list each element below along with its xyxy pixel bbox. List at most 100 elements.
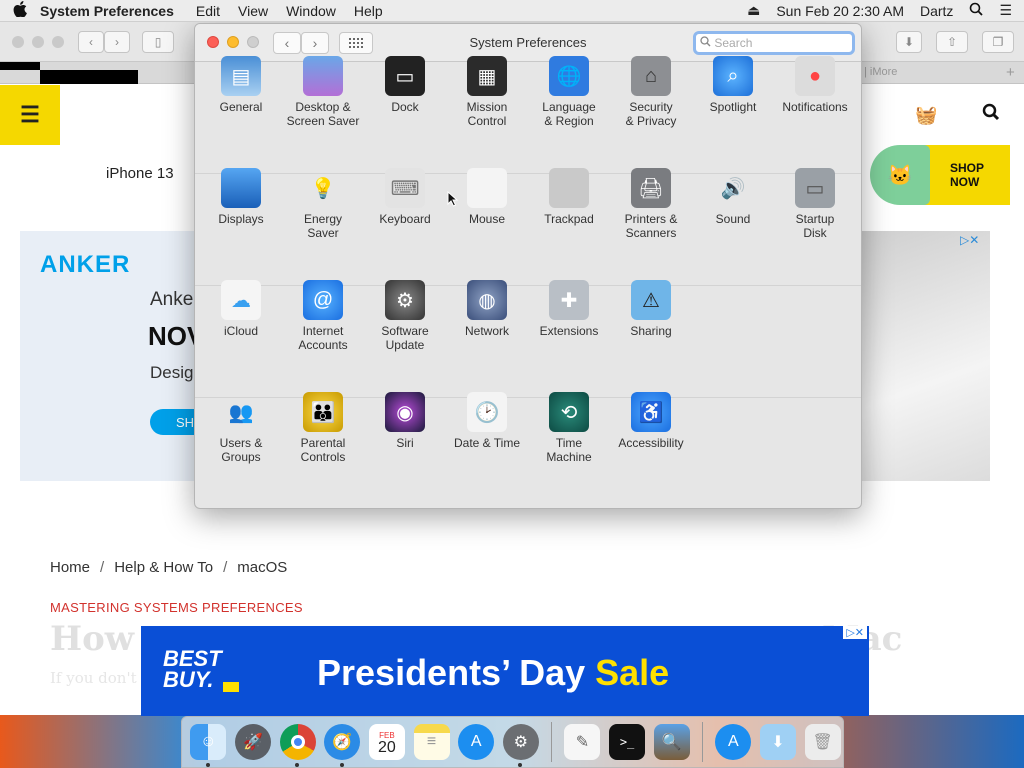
downloads-icon[interactable]: ⬇ [896, 31, 922, 53]
close-button[interactable] [207, 36, 219, 48]
dock-trash[interactable]: 🗑 [802, 722, 843, 763]
dock-app-store-folder[interactable]: A [713, 722, 754, 763]
disk-icon: ▭ [795, 168, 835, 208]
nav-link-iphone[interactable]: iPhone 13 [106, 165, 174, 182]
browser-close-button[interactable] [12, 36, 24, 48]
pref-pane-label: Extensions [539, 324, 599, 338]
pref-pane-network[interactable]: ◍ Network [446, 280, 528, 338]
new-tab-icon[interactable]: + [1006, 64, 1015, 81]
pref-pane-security-privacy[interactable]: ⌂ Security & Privacy [610, 56, 692, 128]
chrome-icon [279, 724, 316, 760]
pref-pane-dock[interactable]: ▭ Dock [364, 56, 446, 114]
dock-safari[interactable]: 🧭 [322, 722, 363, 767]
pref-pane-displays[interactable]: Displays [200, 168, 282, 226]
dock-calendar[interactable]: FEB 20 [367, 722, 408, 763]
zoom-button[interactable] [247, 36, 259, 48]
pref-pane-users-groups[interactable]: 👥 Users & Groups [200, 392, 282, 465]
app-store-icon: A [458, 724, 495, 760]
pref-pane-general[interactable]: ▤ General [200, 56, 282, 114]
dock-terminal[interactable]: >_ [607, 722, 648, 763]
article-kicker[interactable]: MASTERING SYSTEMS PREFERENCES [50, 600, 303, 615]
sp-forward-button[interactable]: › [301, 32, 329, 54]
site-search-icon[interactable] [982, 103, 1000, 125]
dock-chrome[interactable] [277, 722, 318, 767]
pref-pane-label: Parental Controls [300, 436, 346, 464]
spotlight-search-icon[interactable] [969, 2, 984, 19]
pref-pane-trackpad[interactable]: Trackpad [528, 168, 610, 226]
pref-pane-notifications[interactable]: ● Notifications [774, 56, 856, 114]
pref-pane-printers-scanners[interactable]: 🖨 Printers & Scanners [610, 168, 692, 240]
menu-help[interactable]: Help [354, 3, 383, 19]
ad-choices-icon[interactable]: ▷✕ [960, 233, 979, 247]
pref-pane-time-machine[interactable]: ⟲ Time Machine [528, 392, 610, 464]
pref-pane-extensions[interactable]: ✚ Extensions [528, 280, 610, 338]
browser-back-button[interactable]: ‹ [78, 31, 104, 53]
pref-pane-parental-controls[interactable]: 👪 Parental Controls [282, 392, 364, 464]
compass-icon: 🧭 [324, 724, 361, 760]
pref-pane-icloud[interactable]: ☁ iCloud [200, 280, 282, 338]
clock[interactable]: Sun Feb 20 2:30 AM [776, 3, 904, 19]
minimize-button[interactable] [227, 36, 239, 48]
anker-logo: ANKER [40, 251, 131, 278]
control-center-icon[interactable]: ☰ [999, 2, 1012, 19]
dock-downloads[interactable]: ⬇ [758, 722, 799, 763]
eject-icon[interactable]: ⏏ [747, 2, 760, 19]
basket-icon[interactable]: 🧺 [915, 105, 937, 125]
breadcrumb-home[interactable]: Home [50, 559, 90, 576]
browser-minimize-button[interactable] [32, 36, 44, 48]
hamburger-menu-icon[interactable]: ☰ [0, 85, 60, 145]
mission-control-icon: ▦ [467, 56, 507, 96]
pref-pane-spotlight[interactable]: ⌕ Spotlight [692, 56, 774, 114]
dock-system-preferences[interactable]: ⚙ [500, 722, 541, 767]
browser-zoom-button[interactable] [52, 36, 64, 48]
pref-pane-internet-accounts[interactable]: @ Internet Accounts [282, 280, 364, 352]
pref-pane-mission-control[interactable]: ▦ Mission Control [446, 56, 528, 128]
breadcrumb-help[interactable]: Help & How To [114, 559, 213, 576]
pref-pane-software-update[interactable]: ⚙ Software Update [364, 280, 446, 352]
pref-pane-sound[interactable]: 🔊 Sound [692, 168, 774, 227]
app-menu[interactable]: System Preferences [40, 3, 174, 19]
pref-pane-sharing[interactable]: ⚠ Sharing [610, 280, 692, 338]
pref-pane-desktop-screen-saver[interactable]: Desktop & Screen Saver [282, 56, 364, 128]
tabs-overview-icon[interactable]: ❐ [982, 31, 1014, 53]
notifications-icon: ● [795, 56, 835, 96]
share-icon[interactable]: ⇧ [936, 31, 968, 53]
gear-icon: ⚙ [502, 724, 539, 760]
dock-textedit[interactable]: ✎ [562, 722, 603, 763]
sp-back-button[interactable]: ‹ [273, 32, 301, 54]
article-title-start: How [50, 619, 135, 659]
pref-pane-accessibility[interactable]: ♿ Accessibility [610, 392, 692, 450]
browser-tab[interactable]: | iMore [864, 66, 897, 78]
pref-pane-startup-disk[interactable]: ▭ Startup Disk [774, 168, 856, 240]
pref-pane-keyboard[interactable]: ⌨ Keyboard [364, 168, 446, 226]
pref-pane-label: Sound [715, 212, 751, 226]
dock-notes[interactable]: ≡ [411, 722, 452, 763]
browser-forward-button[interactable]: › [104, 31, 130, 53]
pref-pane-energy-saver[interactable]: 💡 Energy Saver [282, 168, 364, 241]
sidebar-toggle-icon[interactable]: ▯ [142, 31, 174, 53]
pref-pane-label: Energy Saver [303, 212, 343, 240]
dock-finder[interactable]: ☺ [188, 722, 229, 767]
sp-search-input[interactable]: Search [693, 31, 855, 55]
display-icon [221, 168, 261, 208]
user-menu[interactable]: Dartz [920, 3, 953, 19]
bestbuy-banner-ad[interactable]: BEST BUY. Presidents’ Day Sale ▷✕ [141, 626, 869, 716]
menu-view[interactable]: View [238, 3, 268, 19]
apple-menu-icon[interactable] [0, 0, 40, 21]
dock-app-store[interactable]: A [456, 722, 497, 763]
breadcrumb-macos[interactable]: macOS [237, 559, 287, 576]
pref-pane-date-time[interactable]: 🕑 Date & Time [446, 392, 528, 450]
pref-pane-siri[interactable]: ◉ Siri [364, 392, 446, 450]
dock-launchpad[interactable]: 🚀 [233, 722, 274, 763]
dock-preview[interactable]: 🔍 [651, 722, 692, 763]
menu-edit[interactable]: Edit [196, 3, 220, 19]
pref-pane-label: Sharing [630, 324, 672, 338]
pref-pane-language-region[interactable]: 🌐 Language & Region [528, 56, 610, 128]
show-all-grid-icon[interactable] [339, 32, 373, 54]
pref-pane-label: Date & Time [453, 436, 521, 450]
ad-choices-close-icon[interactable]: ▷✕ [843, 626, 867, 639]
sharing-folder-icon: ⚠ [631, 280, 671, 320]
pref-pane-label: Network [464, 324, 509, 338]
menu-window[interactable]: Window [286, 3, 336, 19]
pref-pane-label: Printers & Scanners [624, 212, 678, 240]
